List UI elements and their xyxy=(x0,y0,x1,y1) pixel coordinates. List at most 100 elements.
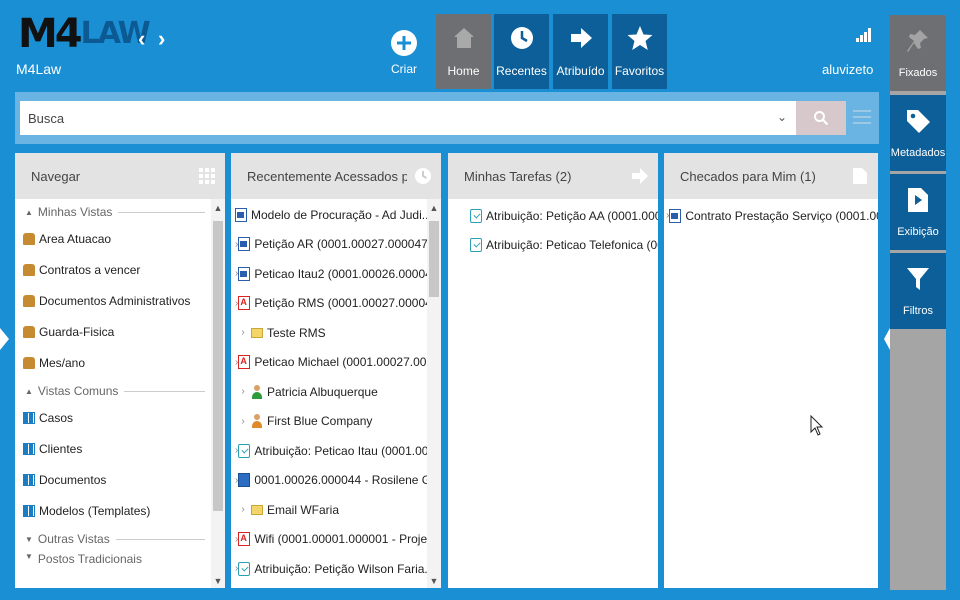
user-name[interactable]: aluvizeto xyxy=(822,62,873,77)
expand-chevron-icon[interactable]: › xyxy=(235,504,251,515)
scroll-down-icon[interactable]: ▼ xyxy=(427,576,441,586)
checked-item[interactable]: › Contrato Prestação Serviço (0001.00... xyxy=(664,201,878,231)
section-my-views[interactable]: ▲ Minhas Vistas xyxy=(15,201,211,223)
clock-icon xyxy=(413,166,433,186)
forward-button[interactable]: › xyxy=(158,28,165,50)
recent-item[interactable]: ›Petição RMS (0001.00027.000047 ... xyxy=(231,289,427,319)
navigate-header: Navegar xyxy=(15,153,225,199)
funnel-icon xyxy=(890,253,946,305)
tasks-panel: Minhas Tarefas (2) Atribuição: Petição A… xyxy=(448,153,658,588)
expand-chevron-icon[interactable]: › xyxy=(235,416,251,427)
filters-label: Filtros xyxy=(903,305,933,317)
chevron-down-icon[interactable]: ⌄ xyxy=(777,110,787,124)
recent-item[interactable]: › First Blue Company xyxy=(231,407,427,437)
search-input[interactable] xyxy=(20,101,796,135)
recent-item[interactable]: › Teste RMS xyxy=(231,318,427,348)
tasks-title: Minhas Tarefas (2) xyxy=(464,168,572,184)
scroll-thumb[interactable] xyxy=(213,221,223,511)
scroll-up-icon[interactable]: ▲ xyxy=(427,203,441,213)
search-options-icon[interactable] xyxy=(851,106,873,128)
home-label: Home xyxy=(447,64,480,78)
filters-button[interactable]: Filtros xyxy=(890,253,946,329)
recent-item[interactable]: ›Wifi (0001.00001.000001 - Projet... xyxy=(231,525,427,555)
nav-item-area-atuacao[interactable]: Area Atuacao xyxy=(15,223,211,254)
navigate-list: ▲ Minhas Vistas Area Atuacao Contratos a … xyxy=(15,199,225,588)
recent-item[interactable]: › Email WFaria xyxy=(231,495,427,525)
assigned-button[interactable]: Atribuído xyxy=(553,14,608,89)
checked-panel: Checados para Mim (1) › Contrato Prestaç… xyxy=(664,153,878,588)
mouse-cursor-icon xyxy=(810,415,824,436)
search-icon xyxy=(814,111,829,126)
expand-chevron-icon[interactable]: › xyxy=(235,327,251,338)
nav-item-mes-ano[interactable]: Mes/ano xyxy=(15,347,211,378)
metadata-button[interactable]: Metadados xyxy=(890,95,946,171)
recent-label: Recentes xyxy=(496,64,547,78)
scroll-up-icon[interactable]: ▲ xyxy=(211,203,225,213)
back-button[interactable]: ‹ xyxy=(138,28,145,50)
grid-icon[interactable] xyxy=(197,166,217,186)
section-partial[interactable]: ▼ Postos Tradicionais xyxy=(15,552,211,566)
pin-icon xyxy=(890,15,946,67)
checked-header: Checados para Mim (1) xyxy=(664,153,878,199)
scroll-thumb[interactable] xyxy=(429,221,439,297)
recent-item[interactable]: ›0001.00026.000044 - Rosilene Go... xyxy=(231,466,427,496)
recent-item-label: 0001.00026.000044 - Rosilene Go... xyxy=(254,473,427,488)
recent-item-label: First Blue Company xyxy=(267,414,373,429)
checked-list: › Contrato Prestação Serviço (0001.00... xyxy=(664,199,878,231)
nav-item-contratos-a-vencer[interactable]: Contratos a vencer xyxy=(15,254,211,285)
create-button[interactable]: Criar xyxy=(380,24,428,84)
recent-list: Modelo de Procuração - Ad Judi... › Petiçã… xyxy=(231,199,441,588)
recent-item-label: Atribuição: Peticao Itau (0001.00... xyxy=(254,443,427,458)
display-button[interactable]: Exibição xyxy=(890,174,946,250)
recent-item-label: Modelo de Procuração - Ad Judi... xyxy=(251,207,427,222)
recent-item[interactable]: Modelo de Procuração - Ad Judi... xyxy=(231,200,427,230)
recent-item-label: Wifi (0001.00001.000001 - Projet... xyxy=(254,532,427,547)
left-edge-handle[interactable] xyxy=(0,328,9,350)
expand-triangle-icon: ▼ xyxy=(25,534,33,544)
right-edge-handle[interactable] xyxy=(884,328,890,350)
nav-item-modelos[interactable]: Modelos (Templates) xyxy=(15,495,211,526)
app-name: M4Law xyxy=(16,61,62,77)
collapse-triangle-icon: ▲ xyxy=(25,207,33,217)
plus-icon xyxy=(391,30,417,56)
recent-scrollbar[interactable]: ▲ ▼ xyxy=(427,199,441,588)
nav-item-documentos-administrativos[interactable]: Documentos Administrativos xyxy=(15,285,211,316)
recent-item[interactable]: ›Peticao Michael (0001.00027.000... xyxy=(231,348,427,378)
recent-button[interactable]: Recentes xyxy=(494,14,549,89)
nav-item-clientes[interactable]: Clientes xyxy=(15,433,211,464)
grid-view-icon xyxy=(23,473,35,486)
favorites-button[interactable]: Favoritos xyxy=(612,14,667,89)
section-other-views[interactable]: ▼ Outras Vistas xyxy=(15,528,211,550)
task-item[interactable]: Atribuição: Peticao Telefonica (0001... xyxy=(448,230,658,259)
search-button[interactable] xyxy=(796,101,846,135)
word-doc-icon xyxy=(235,207,247,222)
pinned-button[interactable]: Fixados xyxy=(890,15,946,91)
view-icon xyxy=(23,325,35,338)
home-button[interactable]: Home xyxy=(436,14,491,89)
expand-triangle-icon: ▼ xyxy=(25,552,33,561)
nav-item-guarda-fisica[interactable]: Guarda-Fisica xyxy=(15,316,211,347)
recent-item[interactable]: ›Peticao Itau2 (0001.00026.000044... xyxy=(231,259,427,289)
section-label: Minhas Vistas xyxy=(37,205,113,219)
recent-item[interactable]: › Patricia Albuquerque xyxy=(231,377,427,407)
expand-chevron-icon[interactable]: › xyxy=(235,386,251,397)
task-item[interactable]: Atribuição: Petição AA (0001.00001... xyxy=(448,201,658,230)
recent-item[interactable]: › Atribuição: Petição Wilson Faria... xyxy=(231,554,427,584)
section-label: Vistas Comuns xyxy=(37,384,119,398)
task-icon xyxy=(470,208,482,223)
search-bar: ⌄ xyxy=(15,92,879,144)
navigate-scrollbar[interactable]: ▲ ▼ xyxy=(211,199,225,588)
recent-item-label: Petição AR (0001.00027.000047 - ... xyxy=(254,237,427,252)
recent-item[interactable]: › Atribuição: Peticao Itau (0001.00... xyxy=(231,436,427,466)
scroll-down-icon[interactable]: ▼ xyxy=(211,576,225,586)
recent-item[interactable]: ›Petição AR (0001.00027.000047 - ... xyxy=(231,230,427,260)
tasks-header: Minhas Tarefas (2) xyxy=(448,153,658,199)
section-common-views[interactable]: ▲ Vistas Comuns xyxy=(15,380,211,402)
clock-icon xyxy=(494,14,549,62)
company-icon xyxy=(251,414,263,429)
nav-item-casos[interactable]: Casos xyxy=(15,402,211,433)
nav-item-documentos[interactable]: Documentos xyxy=(15,464,211,495)
checked-title: Checados para Mim (1) xyxy=(680,168,816,184)
view-icon xyxy=(23,356,35,369)
document-icon xyxy=(850,166,870,186)
